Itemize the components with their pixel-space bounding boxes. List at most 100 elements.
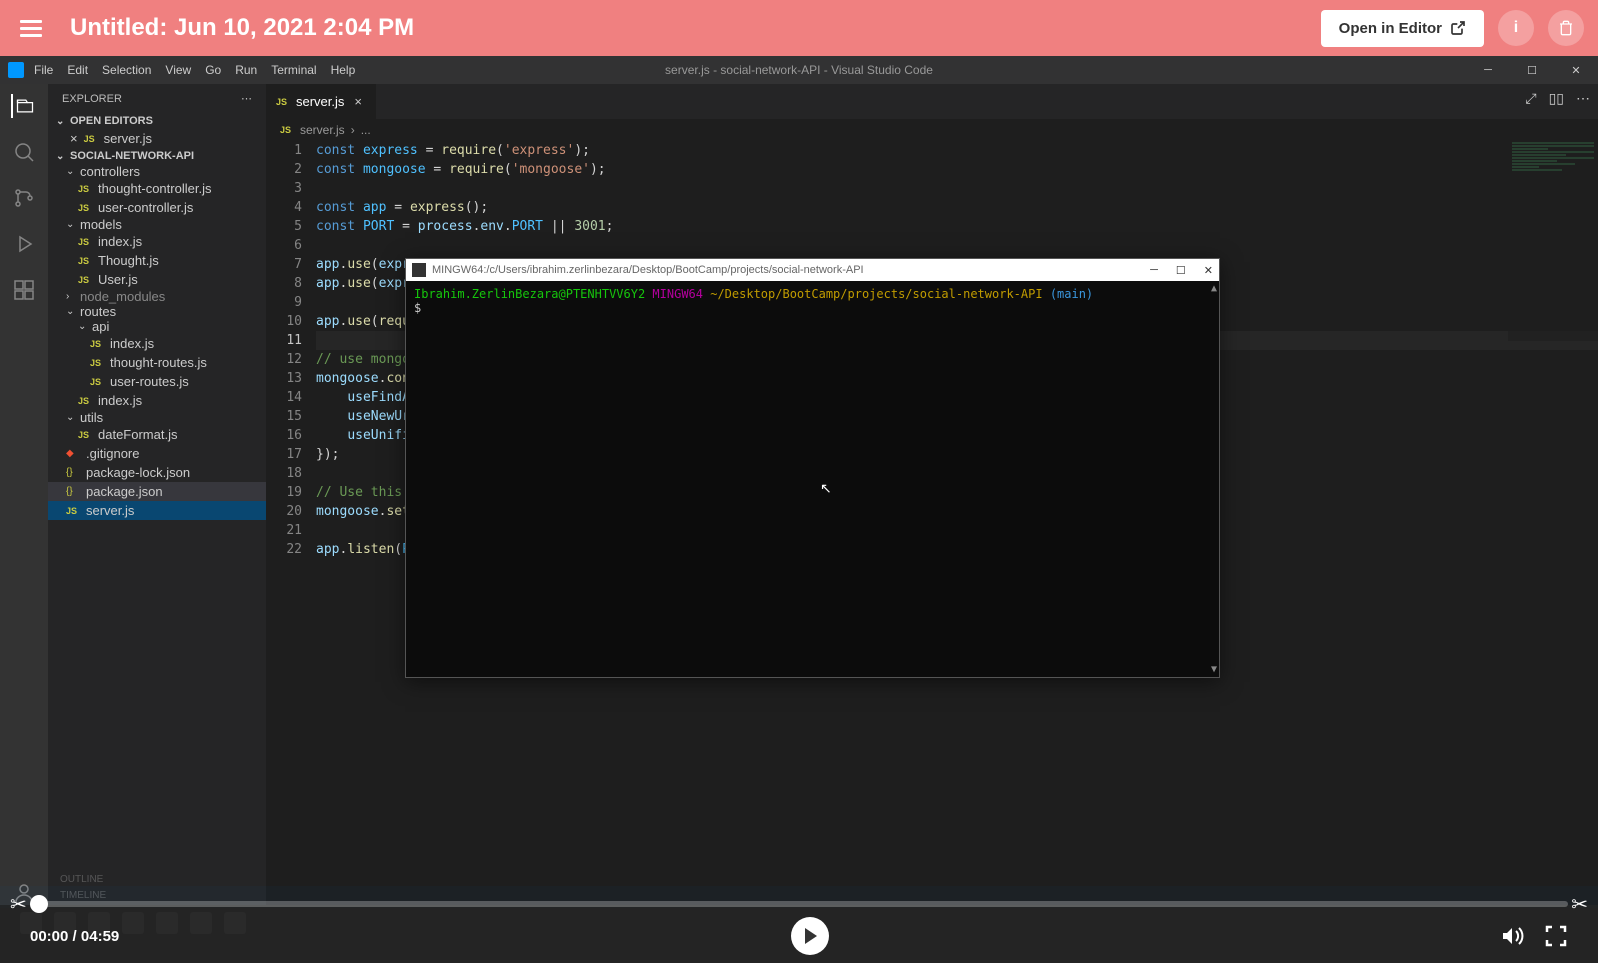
- maximize-button[interactable]: ☐: [1510, 56, 1554, 84]
- app-header: Untitled: Jun 10, 2021 2:04 PM Open in E…: [0, 0, 1598, 56]
- file-thought-controller[interactable]: JSthought-controller.js: [48, 179, 266, 198]
- play-button[interactable]: [791, 917, 829, 955]
- folder-controllers[interactable]: ⌄controllers: [48, 164, 266, 179]
- js-file-icon: JS: [78, 184, 92, 194]
- activity-bar: [0, 84, 48, 905]
- folder-utils[interactable]: ⌄utils: [48, 410, 266, 425]
- explorer-icon[interactable]: [11, 94, 35, 118]
- project-section[interactable]: ⌄SOCIAL-NETWORK-API: [48, 148, 266, 164]
- file-label: user-controller.js: [98, 200, 193, 215]
- document-title: Untitled: Jun 10, 2021 2:04 PM: [70, 14, 414, 42]
- file-label: package.json: [86, 484, 163, 499]
- menu-bar: File Edit Selection View Go Run Terminal…: [34, 63, 355, 77]
- debug-icon[interactable]: [12, 232, 36, 256]
- terminal-body[interactable]: ▲ Ibrahim.ZerlinBezara@PTENHTVV6Y2 MINGW…: [406, 281, 1219, 677]
- more-icon[interactable]: ⋯: [241, 92, 252, 105]
- file-index2[interactable]: JSindex.js: [48, 334, 266, 353]
- file-label: Thought.js: [98, 253, 159, 268]
- minimize-button[interactable]: ─: [1466, 56, 1510, 84]
- breadcrumb[interactable]: JS server.js › ...: [266, 119, 1598, 141]
- js-file-icon: JS: [78, 275, 92, 285]
- terminal-line: Ibrahim.ZerlinBezara@PTENHTVV6Y2 MINGW64…: [414, 287, 1211, 301]
- window-controls: ─ ☐ ✕: [1466, 56, 1598, 84]
- seek-thumb[interactable]: [30, 895, 48, 913]
- menu-file[interactable]: File: [34, 63, 53, 77]
- file-user-controller[interactable]: JS user-controller.js: [48, 198, 266, 217]
- fullscreen-icon[interactable]: [1544, 924, 1568, 948]
- player-controls: 00:00 / 04:59: [0, 917, 1598, 955]
- video-player-bar: ✂ ✂ 00:00 / 04:59: [0, 905, 1598, 963]
- json-file-icon: {}: [66, 486, 80, 497]
- terminal-window[interactable]: MINGW64:/c/Users/ibrahim.zerlinbezara/De…: [405, 258, 1220, 678]
- close-icon[interactable]: ×: [70, 131, 78, 146]
- menu-terminal[interactable]: Terminal: [271, 63, 316, 77]
- file-index1[interactable]: JS index.js: [48, 232, 266, 251]
- file-index3[interactable]: JSindex.js: [48, 391, 266, 410]
- terminal-user: Ibrahim.ZerlinBezara@PTENHTVV6Y2: [414, 287, 645, 301]
- vscode-logo-icon: [8, 62, 24, 78]
- volume-icon[interactable]: [1500, 924, 1524, 948]
- file-label: index.js: [98, 234, 142, 249]
- outline-label[interactable]: OUTLINE: [60, 874, 103, 885]
- minimap[interactable]: [1508, 141, 1598, 341]
- seek-track[interactable]: [30, 901, 1568, 907]
- compare-icon[interactable]: ⤢: [1525, 90, 1536, 107]
- file-thought-routes[interactable]: JSthought-routes.js: [48, 353, 266, 372]
- js-file-icon: JS: [84, 134, 98, 144]
- info-button[interactable]: i: [1498, 10, 1534, 46]
- menu-selection[interactable]: Selection: [102, 63, 151, 77]
- folder-routes[interactable]: ⌄routes: [48, 304, 266, 319]
- terminal-maximize-icon[interactable]: ☐: [1176, 264, 1186, 277]
- file-label: index.js: [110, 336, 154, 351]
- file-label: User.js: [98, 272, 138, 287]
- open-editor-item[interactable]: ×JSserver.js: [48, 129, 266, 148]
- js-file-icon: JS: [78, 203, 92, 213]
- menu-edit[interactable]: Edit: [67, 63, 88, 77]
- js-file-icon: JS: [78, 237, 92, 247]
- scroll-down-icon[interactable]: ▼: [1211, 664, 1217, 675]
- folder-node-modules[interactable]: ›node_modules: [48, 289, 266, 304]
- js-file-icon: JS: [66, 506, 80, 516]
- terminal-titlebar[interactable]: MINGW64:/c/Users/ibrahim.zerlinbezara/De…: [406, 259, 1219, 281]
- file-label: server.js: [86, 503, 134, 518]
- file-gitignore[interactable]: ◆.gitignore: [48, 444, 266, 463]
- close-button[interactable]: ✕: [1554, 56, 1598, 84]
- file-dateformat[interactable]: JSdateFormat.js: [48, 425, 266, 444]
- delete-button[interactable]: [1548, 10, 1584, 46]
- explorer-label: EXPLORER: [62, 93, 122, 105]
- folder-label: node_modules: [80, 289, 165, 304]
- search-icon[interactable]: [12, 140, 36, 164]
- file-pkg[interactable]: {} package.json: [48, 482, 266, 501]
- js-file-icon: JS: [78, 396, 92, 406]
- folder-api[interactable]: ⌄api: [48, 319, 266, 334]
- more-icon[interactable]: ⋯: [1576, 90, 1590, 107]
- source-control-icon[interactable]: [12, 186, 36, 210]
- js-file-icon: JS: [90, 358, 104, 368]
- breadcrumb-file: server.js: [300, 123, 345, 137]
- file-user[interactable]: JS User.js: [48, 270, 266, 289]
- open-in-editor-button[interactable]: Open in Editor: [1321, 10, 1484, 47]
- menu-run[interactable]: Run: [235, 63, 257, 77]
- extensions-icon[interactable]: [12, 278, 36, 302]
- js-file-icon: JS: [90, 377, 104, 387]
- file-server[interactable]: JS server.js: [48, 501, 266, 520]
- menu-go[interactable]: Go: [205, 63, 221, 77]
- menu-help[interactable]: Help: [331, 63, 356, 77]
- tab-server[interactable]: JS server.js ×: [266, 84, 377, 119]
- terminal-minimize-icon[interactable]: ─: [1150, 264, 1158, 277]
- folder-models[interactable]: ⌄models: [48, 217, 266, 232]
- terminal-close-icon[interactable]: ✕: [1204, 264, 1213, 277]
- file-pkglock[interactable]: {}package-lock.json: [48, 463, 266, 482]
- file-user-routes[interactable]: JSuser-routes.js: [48, 372, 266, 391]
- menu-icon[interactable]: [14, 14, 48, 43]
- scroll-up-icon[interactable]: ▲: [1211, 283, 1217, 294]
- terminal-prompt-line: $: [414, 301, 1211, 315]
- tab-close-icon[interactable]: ×: [350, 92, 366, 111]
- sidebar-title: EXPLORER ⋯: [48, 84, 266, 113]
- time-total: 04:59: [81, 928, 119, 945]
- seek-bar[interactable]: [0, 895, 1598, 913]
- open-editors-section[interactable]: ⌄OPEN EDITORS: [48, 113, 266, 129]
- file-thought[interactable]: JSThought.js: [48, 251, 266, 270]
- menu-view[interactable]: View: [165, 63, 191, 77]
- split-icon[interactable]: ▯▯: [1549, 90, 1564, 107]
